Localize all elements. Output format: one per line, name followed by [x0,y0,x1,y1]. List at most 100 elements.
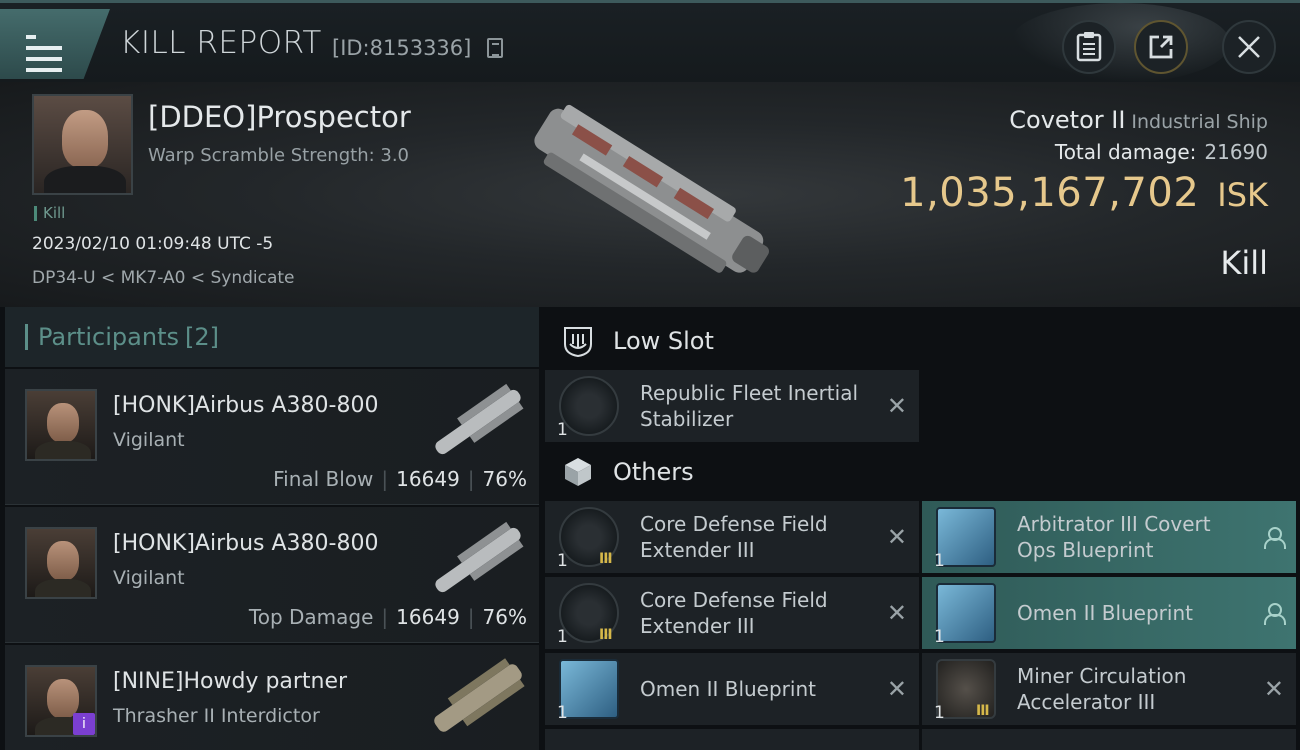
meta-level: III [976,703,990,719]
participant-damage: 16649 [396,467,460,491]
participant-ship-icon [435,521,524,593]
item-row[interactable]: 1 Omen II Blueprint ✕ [545,653,919,725]
section-others-label: Others [613,458,694,486]
result-label: Kill [1220,244,1268,282]
participants-count: [2] [184,323,219,351]
page-title: KILL REPORT [120,25,322,61]
share-button[interactable] [1134,20,1188,74]
report-button[interactable] [1062,20,1116,74]
meta-level: III [599,551,613,567]
clipboard-icon [1076,32,1102,62]
kill-timestamp: 2023/02/10 01:09:48 UTC -5 [32,234,274,254]
share-icon [1149,35,1173,59]
victim-panel: [DDEO]Prospector Warp Scramble Strength:… [0,82,1300,307]
header-bar: KILL REPORT [ID:8153336] [0,0,1300,83]
ship-class: Industrial Ship [1131,111,1268,133]
report-id: [ID:8153336] [332,36,472,60]
item-name: Miner Circulation Accelerator III [1017,664,1187,714]
isk-unit: ISK [1217,176,1268,214]
participant-percent: 76% [482,605,527,629]
item-quantity: 1 [557,420,568,440]
victim-ship-image [534,104,769,273]
item-row[interactable]: 1 III Core Defense Field Extender III ✕ [545,501,919,573]
item-name: Omen II Blueprint [640,677,816,701]
participant-card[interactable]: i [NINE]Howdy partner Thrasher II Interd… [5,645,539,750]
total-damage-label: Total damage: [1054,140,1197,164]
item-name: Core Defense Field Extender III [640,588,828,638]
item-row[interactable]: 1 III Miner Circulation Accelerator III … [922,653,1296,725]
section-low-slot: Low Slot [545,311,714,371]
item-quantity: 1 [557,551,568,571]
item-name: Arbitrator III Covert Ops Blueprint [1017,512,1211,562]
x-icon[interactable]: ✕ [887,392,907,420]
meta-level: III [599,627,613,643]
participant-role: Top Damage [248,605,374,629]
item-name: Republic Fleet Inertial Stabilizer [640,381,859,431]
item-quantity: 1 [934,703,945,723]
participant-percent: 76% [482,467,527,491]
victim-portrait[interactable] [32,94,133,195]
item-row[interactable]: 1 Arbitrator III Covert Ops Blueprint [922,501,1296,573]
blueprint-icon [559,659,619,719]
isk-value: 1,035,167,702 ISK [900,170,1268,216]
isk-amount: 1,035,167,702 [900,170,1200,216]
person-icon [1264,603,1286,625]
participant-name: [HONK]Airbus A380-800 [113,393,379,418]
inertial-stabilizer-icon [559,376,619,436]
participant-stats: Top Damage | 16649 | 76% [248,605,527,629]
victim-ship[interactable]: Covetor II Industrial Ship [1009,106,1268,134]
close-icon [1238,36,1260,58]
participant-ship-icon [434,658,525,732]
kill-tag: Kill [34,206,65,221]
item-quantity: 1 [557,703,568,723]
menu-button[interactable] [0,9,110,79]
item-quantity: 1 [557,627,568,647]
participants-label: Participants [38,323,179,351]
participant-role: Final Blow [273,467,374,491]
participants-panel: Participants [2] [HONK]Airbus A380-800 Vi… [5,307,539,750]
item-name: Omen II Blueprint [1017,601,1193,625]
copy-icon[interactable] [487,38,503,58]
participant-name: [HONK]Airbus A380-800 [113,531,379,556]
blueprint-icon [936,583,996,643]
total-damage: Total damage: 21690 [1055,140,1268,164]
item-row[interactable]: 1 III Core Defense Field Extender III ✕ [545,577,919,649]
participant-card[interactable]: [HONK]Airbus A380-800 Vigilant Final Blo… [5,369,539,505]
avatar[interactable] [25,389,97,461]
low-slot-icon [564,327,592,358]
x-icon[interactable]: ✕ [887,675,907,703]
item-row[interactable]: 1 Republic Fleet Inertial Stabilizer ✕ [545,370,919,442]
close-button[interactable] [1222,20,1276,74]
section-low-slot-label: Low Slot [613,327,714,355]
participant-damage: 16649 [396,605,460,629]
x-icon[interactable]: ✕ [1264,675,1284,703]
participants-header: Participants [2] [5,307,539,367]
kill-location[interactable]: DP34-U < MK7-A0 < Syndicate [32,268,295,288]
participant-ship-icon [435,383,524,455]
blueprint-icon [936,507,996,567]
alliance-badge: i [73,713,95,735]
participant-ship: Vigilant [113,429,185,451]
x-icon[interactable]: ✕ [887,523,907,551]
warp-scramble-strength: Warp Scramble Strength: 3.0 [148,145,410,166]
section-others: Others [545,442,694,502]
menu-icon [26,31,64,72]
ship-name: Covetor II [1009,106,1126,134]
total-damage-value: 21690 [1204,140,1268,164]
person-icon [1264,527,1286,549]
item-row-partial[interactable] [922,729,1296,750]
participant-ship: Thrasher II Interdictor [113,705,320,727]
cube-icon [565,458,591,486]
participant-ship: Vigilant [113,567,185,589]
item-quantity: 1 [934,551,945,571]
participant-stats: Final Blow | 16649 | 76% [273,467,527,491]
x-icon[interactable]: ✕ [887,599,907,627]
item-quantity: 1 [934,627,945,647]
avatar[interactable] [25,527,97,599]
participant-name: [NINE]Howdy partner [113,669,348,694]
item-row[interactable]: 1 Omen II Blueprint [922,577,1296,649]
participant-card[interactable]: [HONK]Airbus A380-800 Vigilant Top Damag… [5,507,539,643]
item-row-partial[interactable] [545,729,919,750]
item-name: Core Defense Field Extender III [640,512,828,562]
victim-name[interactable]: [DDEO]Prospector [148,100,411,134]
